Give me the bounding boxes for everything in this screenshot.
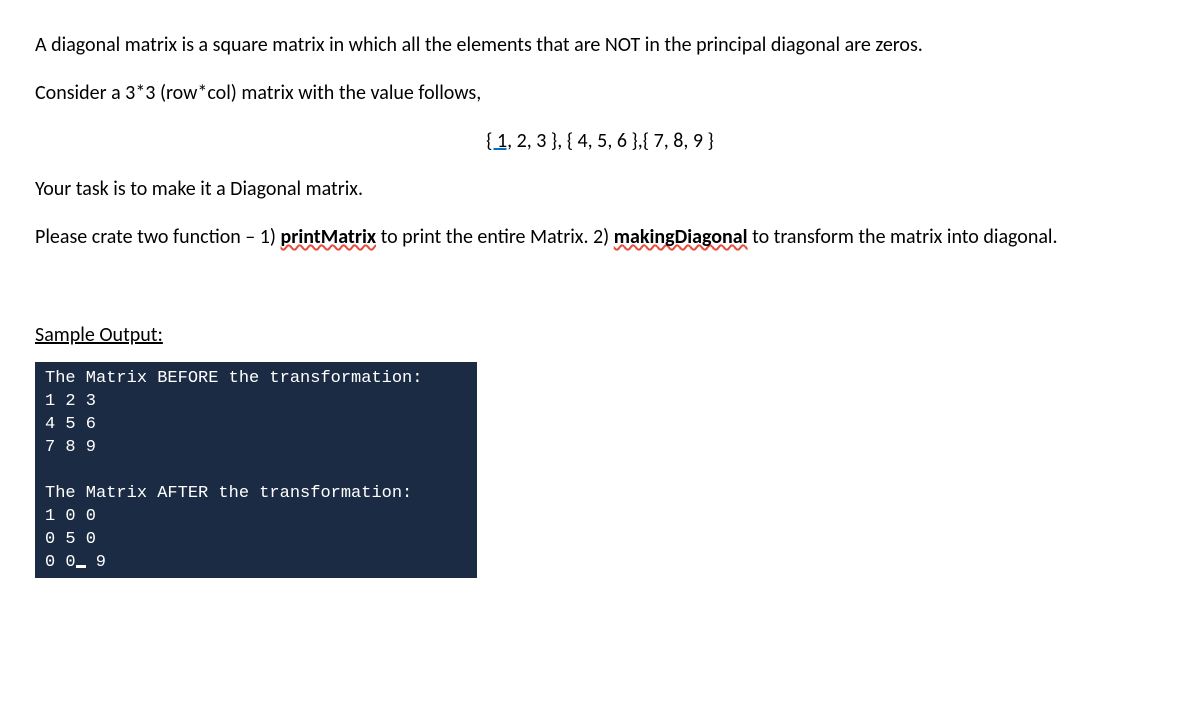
- function-printmatrix: printMatrix: [281, 225, 377, 249]
- para4-part-c: to print the entire Matrix. 2): [376, 225, 614, 249]
- paragraph-functions: Please crate two function – 1) printMatr…: [35, 222, 1165, 252]
- terminal-line: 1 2 3: [45, 391, 467, 414]
- sample-output-label: Sample Output:: [35, 320, 163, 350]
- terminal-line: 7 8 9: [45, 437, 467, 460]
- paragraph-definition: A diagonal matrix is a square matrix in …: [35, 30, 1165, 60]
- matrix-values: { 1, 2, 3 }, { 4, 5, 6 },{ 7, 8, 9 }: [35, 126, 1165, 156]
- terminal-line: The Matrix BEFORE the transformation:: [45, 368, 467, 391]
- terminal-line: 0 5 0: [45, 529, 467, 552]
- terminal-line-8b: 9: [86, 553, 106, 572]
- cursor-icon: [76, 565, 86, 568]
- terminal-line: 4 5 6: [45, 414, 467, 437]
- para4-part-e: to transform the matrix into diagonal.: [748, 225, 1058, 249]
- terminal-output: The Matrix BEFORE the transformation:1 2…: [35, 362, 477, 578]
- matrix-underlined-part: { 1,: [486, 129, 512, 153]
- terminal-line: The Matrix AFTER the transformation:: [45, 483, 467, 506]
- matrix-rest: 2, 3 }, { 4, 5, 6 },{ 7, 8, 9 }: [512, 129, 714, 153]
- terminal-line: 1 0 0: [45, 506, 467, 529]
- paragraph-task: Your task is to make it a Diagonal matri…: [35, 174, 1165, 204]
- para4-part-a: Please crate two function – 1): [35, 225, 281, 249]
- terminal-line: [45, 460, 467, 483]
- function-makingdiagonal: makingDiagonal: [614, 225, 748, 249]
- terminal-line: 0 0 9: [45, 552, 467, 575]
- terminal-line-8a: 0 0: [45, 553, 76, 572]
- paragraph-consider: Consider a 3*3 (row*col) matrix with the…: [35, 78, 1165, 108]
